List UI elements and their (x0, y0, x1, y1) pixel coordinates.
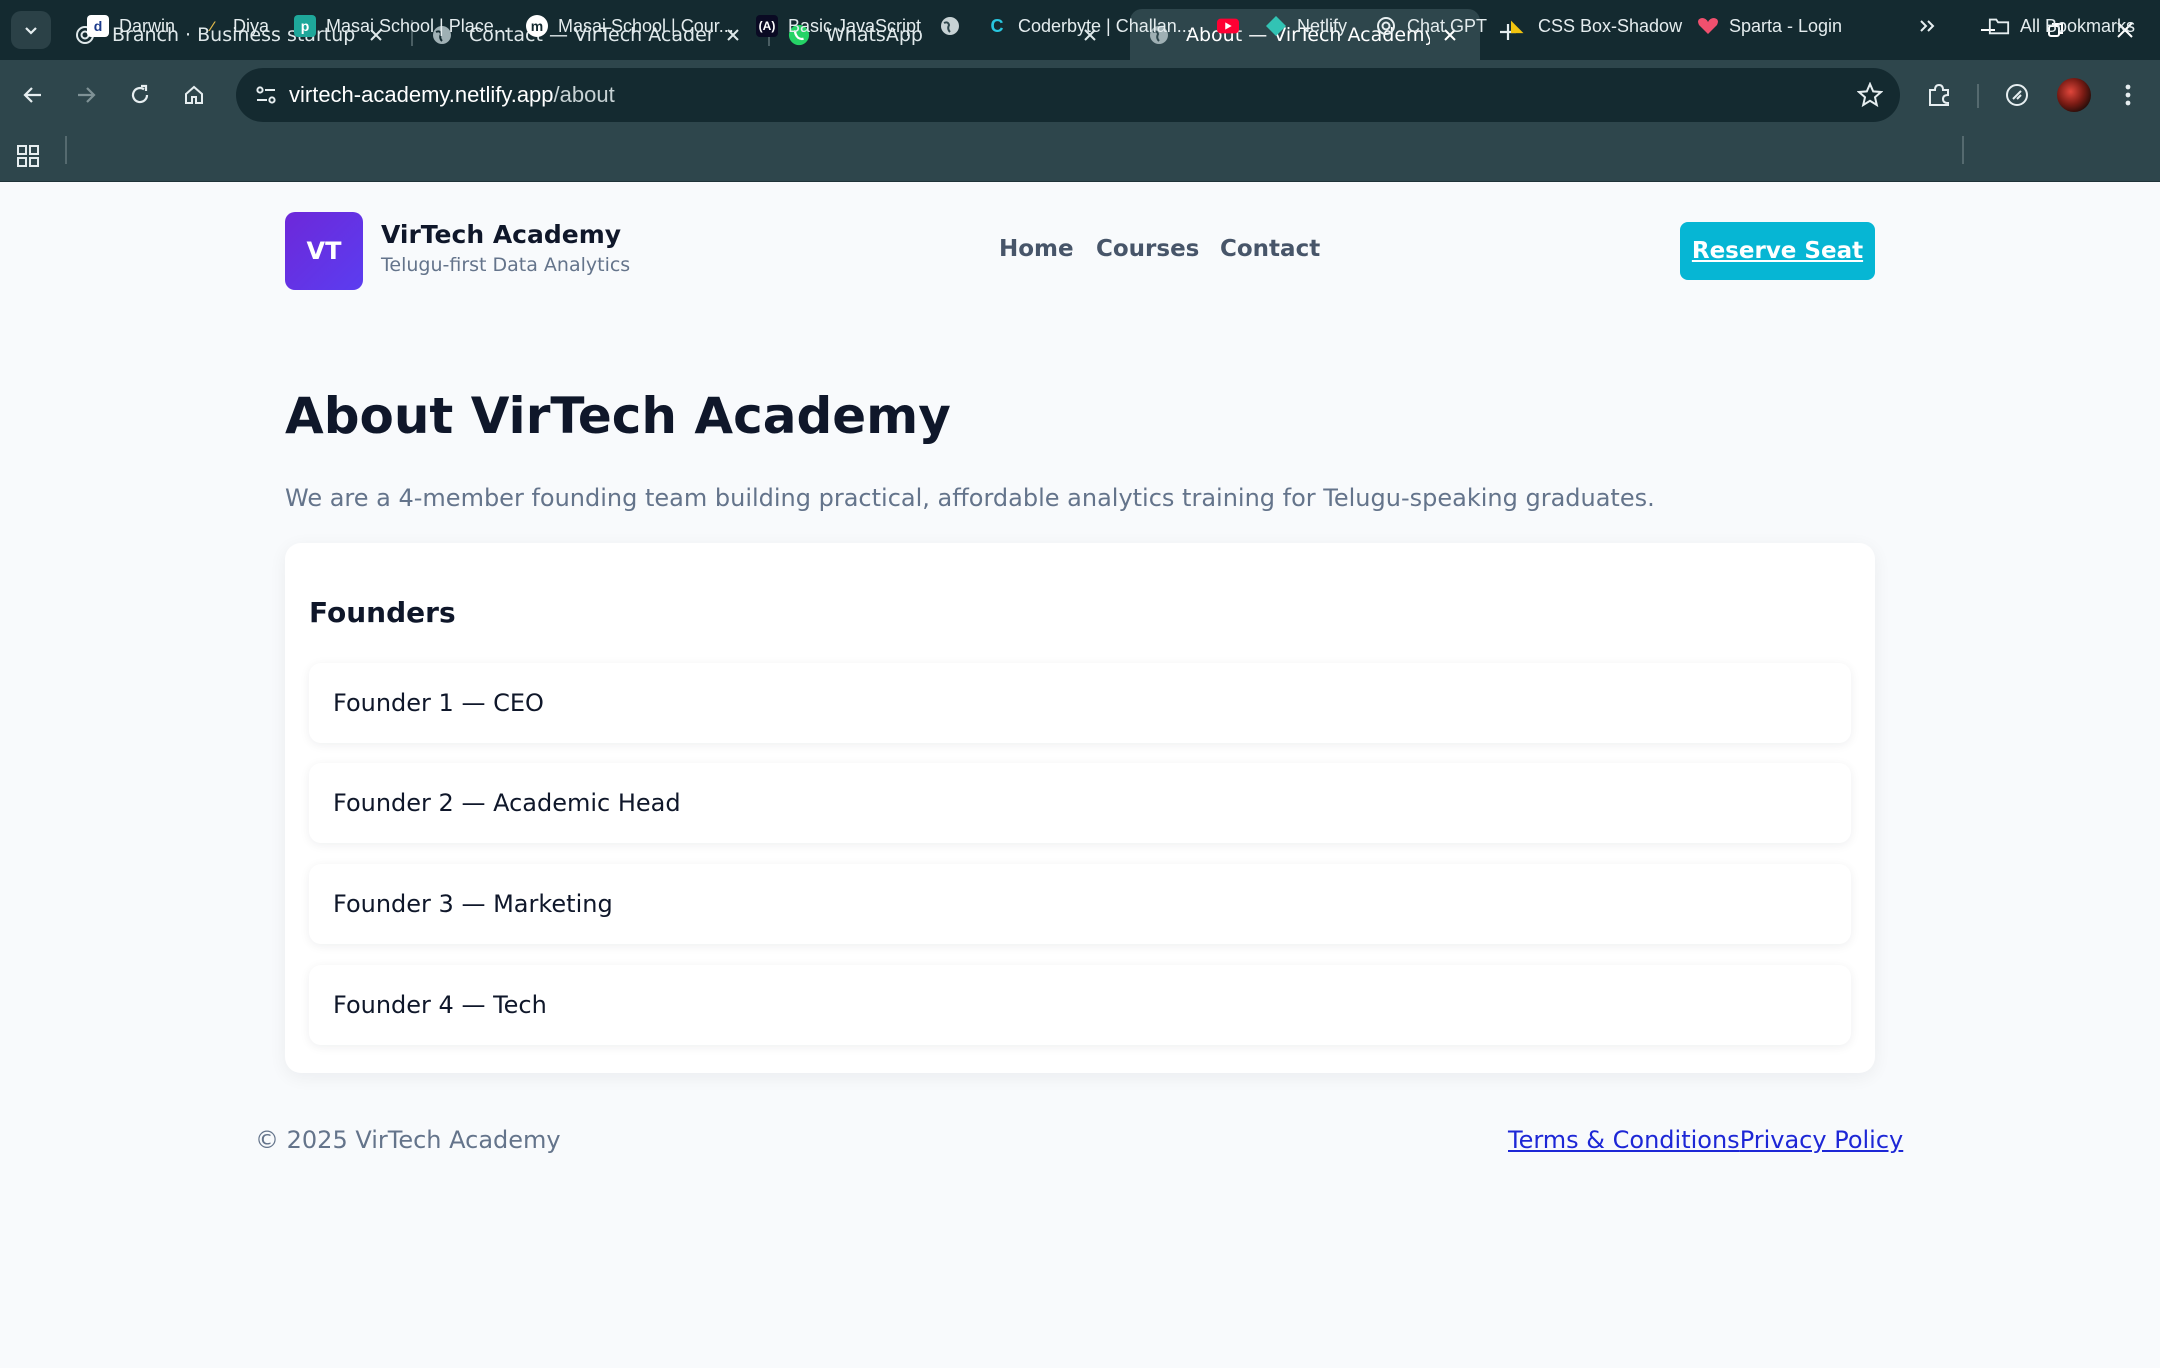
home-button[interactable] (171, 72, 217, 118)
founders-card: Founders Founder 1 — CEO Founder 2 — Aca… (285, 543, 1875, 1073)
speedometer-icon (2006, 84, 2028, 106)
back-button[interactable] (10, 72, 56, 118)
bookmark-css-box-shadow[interactable]: ◣ CSS Box-Shadow (1506, 10, 1682, 42)
bookmark-basic-javascript[interactable]: (A) Basic JavaScript (756, 10, 921, 42)
logo-text: VT (306, 237, 342, 265)
bookmark-label: Sparta - Login (1729, 15, 1843, 36)
bookmark-masai-course[interactable]: m Masai School | Cour... (526, 10, 734, 42)
founder-item: Founder 2 — Academic Head (309, 763, 1851, 843)
apps-grid-icon (17, 145, 39, 167)
bookmark-globe[interactable] (939, 10, 971, 42)
masai-course-icon: m (526, 15, 548, 37)
coderbyte-icon: C (990, 15, 1004, 36)
page-title: About VirTech Academy (285, 387, 951, 445)
bookmark-label: CSS Box-Shadow (1538, 15, 1683, 36)
freecodecamp-icon: (A) (756, 15, 778, 37)
bookmark-label: Darwin (119, 15, 176, 36)
bookmark-label: Chat GPT (1407, 15, 1488, 36)
sparta-icon (1697, 15, 1719, 37)
reload-button[interactable] (117, 72, 163, 118)
founder-item: Founder 1 — CEO (309, 663, 1851, 743)
performance-button[interactable] (1994, 72, 2040, 118)
apps-button[interactable] (16, 140, 40, 172)
founder-item: Founder 4 — Tech (309, 965, 1851, 1045)
bookmark-masai-place[interactable]: p Masai School | Place... (294, 10, 509, 42)
bookmark-label: Masai School | Place... (326, 15, 509, 36)
reload-icon (131, 84, 149, 104)
bookmark-netlify[interactable]: Netlify (1265, 10, 1347, 42)
footer-copyright: © 2025 VirTech Academy (255, 1126, 561, 1154)
bookmark-label: Coderbyte | Challan... (1018, 15, 1192, 36)
extensions-button[interactable] (1916, 72, 1962, 118)
arrow-right-icon (78, 87, 96, 103)
founder-item: Founder 3 — Marketing (309, 864, 1851, 944)
all-bookmarks-label: All Bookmarks (2020, 15, 2136, 36)
bookmark-label: Netlify (1297, 15, 1348, 36)
openai-icon (1375, 15, 1397, 37)
url-path: /about (553, 82, 615, 107)
brand-name: VirTech Academy (381, 220, 622, 249)
forward-button[interactable] (63, 72, 109, 118)
footer-links: Terms & ConditionsPrivacy Policy (1508, 1126, 1903, 1154)
darwin-icon: d (87, 15, 109, 37)
diya-icon: ⁄ (210, 18, 214, 34)
reserve-seat-button[interactable]: Reserve Seat (1680, 222, 1875, 280)
page-viewport: VT VirTech Academy Telugu-first Data Ana… (0, 182, 2160, 1368)
bookmarks-bar (0, 130, 2160, 182)
bookmark-label: Basic JavaScript (788, 15, 922, 36)
all-bookmarks-button[interactable]: All Bookmarks (1988, 10, 2135, 42)
globe-icon (939, 15, 961, 37)
bookmark-diya[interactable]: ⁄ Diya (201, 10, 269, 42)
url-host: virtech-academy.netlify.app (289, 82, 554, 107)
bookmarks-divider (1962, 136, 1964, 164)
arrow-left-icon (23, 87, 41, 103)
bookmarks-overflow-button[interactable] (1918, 10, 1936, 42)
terms-link[interactable]: Terms & Conditions (1508, 1126, 1740, 1154)
nav-courses[interactable]: Courses (1096, 236, 1199, 262)
nav-home[interactable]: Home (999, 236, 1074, 262)
browser-toolbar: virtech-academy.netlify.app/about (0, 60, 2160, 130)
css-shadow-icon: ◣ (1511, 18, 1523, 35)
url-text: virtech-academy.netlify.app/about (289, 82, 615, 108)
bookmark-label: Diya (233, 15, 270, 36)
site-info-icon[interactable] (248, 77, 284, 113)
bookmark-star-icon[interactable] (1856, 81, 1884, 109)
nav-contact[interactable]: Contact (1220, 236, 1320, 262)
address-bar[interactable]: virtech-academy.netlify.app/about (236, 68, 1900, 122)
folder-icon (1988, 15, 2010, 37)
profile-avatar[interactable] (2057, 78, 2091, 112)
home-icon (185, 85, 203, 104)
privacy-link[interactable]: Privacy Policy (1740, 1126, 1904, 1154)
browser-menu-button[interactable] (2105, 72, 2151, 118)
brand-tagline: Telugu-first Data Analytics (381, 254, 631, 276)
bookmark-darwin[interactable]: d Darwin (87, 10, 175, 42)
bookmark-chat-gpt[interactable]: Chat GPT (1375, 10, 1487, 42)
chevron-down-icon (25, 27, 37, 35)
youtube-icon (1217, 15, 1239, 37)
bookmark-youtube[interactable] (1217, 10, 1249, 42)
bookmarks-divider (65, 136, 67, 164)
masai-place-icon: p (294, 15, 316, 37)
bookmark-label: Masai School | Cour... (558, 15, 734, 36)
site-logo[interactable]: VT (285, 212, 363, 290)
toolbar-divider (1977, 84, 1979, 108)
chevron-double-right-icon (1920, 20, 1935, 32)
tab-search-button[interactable] (11, 11, 51, 49)
bookmark-coderbyte[interactable]: C Coderbyte | Challan... (986, 10, 1192, 42)
puzzle-icon (1929, 83, 1949, 106)
more-vert-icon (2125, 84, 2131, 106)
bookmark-sparta[interactable]: Sparta - Login (1697, 10, 1842, 42)
founders-heading: Founders (309, 596, 456, 629)
page-lead: We are a 4-member founding team building… (285, 484, 1655, 512)
netlify-icon (1265, 15, 1287, 37)
